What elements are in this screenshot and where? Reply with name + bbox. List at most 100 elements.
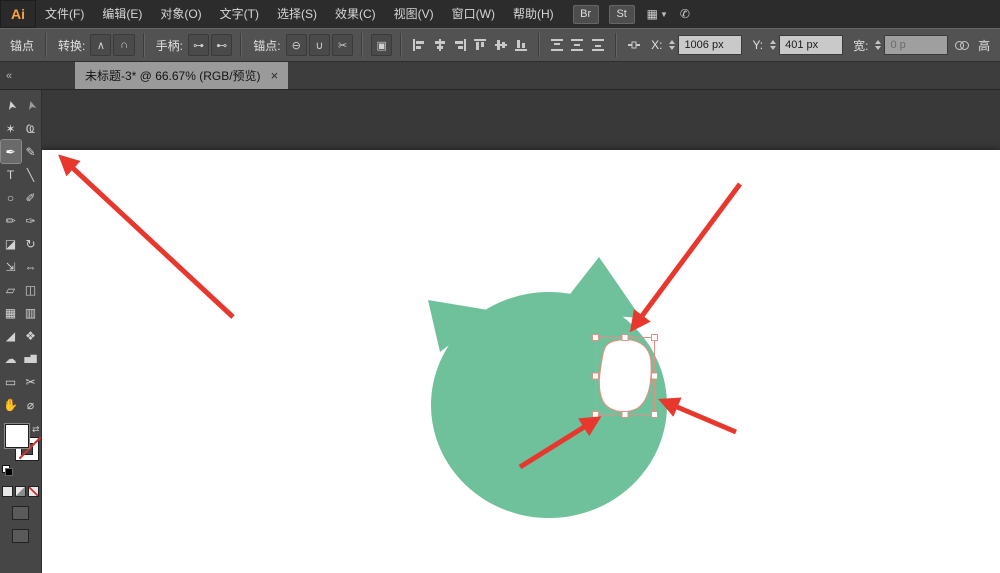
document-tab[interactable]: 未标题-3* @ 66.67% (RGB/预览) × — [75, 62, 289, 89]
stepper-icon[interactable] — [875, 40, 882, 50]
distribute-center-button[interactable] — [568, 36, 586, 54]
menu-type[interactable]: 文字(T) — [211, 0, 268, 28]
lasso-tool[interactable]: Ҩ — [21, 117, 41, 140]
reference-point-button[interactable] — [625, 36, 643, 54]
slice-tool[interactable]: ✂ — [21, 370, 41, 393]
menu-file[interactable]: 文件(F) — [36, 0, 93, 28]
y-input[interactable]: 401 px — [779, 35, 844, 55]
symbol-sprayer-tool[interactable]: ☁ — [1, 347, 21, 370]
convert-to-smooth-button[interactable]: ∩ — [113, 34, 135, 56]
color-button[interactable] — [2, 486, 13, 497]
menu-effect[interactable]: 效果(C) — [326, 0, 385, 28]
default-colors-icon[interactable] — [1, 465, 13, 476]
convert-to-corner-button[interactable]: ∧ — [90, 34, 112, 56]
type-tool[interactable]: T — [1, 163, 21, 186]
cut-path-button[interactable]: ✂ — [332, 34, 354, 56]
align-v-middle-button[interactable] — [491, 36, 509, 54]
separator — [400, 33, 403, 57]
eraser-tool[interactable]: ◪ — [1, 232, 21, 255]
fill-color-swatch[interactable] — [4, 424, 29, 448]
separator — [614, 33, 617, 57]
align-top-button[interactable] — [471, 36, 489, 54]
menu-select[interactable]: 选择(S) — [268, 0, 326, 28]
align-h-center-icon — [434, 39, 445, 51]
align-bottom-button[interactable] — [512, 36, 530, 54]
screen-mode-button[interactable] — [12, 529, 29, 543]
show-handles-button[interactable]: ⊶ — [187, 34, 210, 56]
canvas[interactable] — [42, 90, 1000, 573]
shape-builder-tool[interactable]: ◫ — [21, 278, 41, 301]
none-button[interactable] — [28, 486, 39, 497]
separator — [240, 33, 243, 57]
rotate-tool[interactable]: ↻ — [21, 232, 41, 255]
blend-tool[interactable]: ❖ — [21, 324, 41, 347]
menu-object[interactable]: 对象(O) — [151, 0, 210, 28]
curvature-tool[interactable]: ✎ — [21, 140, 41, 163]
artboard[interactable] — [42, 150, 1000, 573]
zoom-tool[interactable]: ⌀ — [21, 393, 41, 416]
menu-help[interactable]: 帮助(H) — [504, 0, 563, 28]
align-bottom-icon — [514, 40, 527, 51]
swap-colors-icon[interactable]: ⇄ — [32, 424, 40, 435]
pen-tool[interactable]: ✒ — [0, 139, 22, 164]
share-screen-icon: ✆ — [679, 7, 690, 21]
toolbar-collapse-button[interactable]: « — [0, 62, 42, 89]
direct-selection-tool[interactable]: ➤ — [17, 93, 44, 118]
distribute-center-icon — [571, 39, 584, 51]
align-left-icon — [413, 39, 425, 51]
connect-endpoints-button[interactable]: ∪ — [308, 34, 331, 56]
drawing-mode-button[interactable] — [12, 506, 29, 520]
hide-handles-button[interactable]: ⊷ — [211, 34, 233, 56]
menu-window[interactable]: 窗口(W) — [443, 0, 504, 28]
document-tab-title: 未标题-3* @ 66.67% (RGB/预览) — [85, 69, 261, 83]
bridge-icon[interactable]: Br — [572, 4, 599, 24]
align-h-center-button[interactable] — [431, 36, 449, 54]
distribute-bottom-button[interactable] — [589, 36, 607, 54]
close-icon[interactable]: × — [271, 68, 279, 83]
hand-tool[interactable]: ✋ — [1, 393, 21, 416]
width-tool[interactable]: ⇔ — [21, 255, 41, 278]
scale-tool[interactable]: ⇲ — [1, 255, 21, 278]
convert-label: 转换: — [57, 38, 86, 53]
arrange-documents-icon: ▦ — [646, 7, 658, 21]
magic-wand-tool[interactable]: ✶ — [1, 117, 21, 140]
y-label: Y: — [752, 38, 764, 52]
line-segment-tool[interactable]: ╲ — [21, 163, 41, 186]
remove-anchor-button[interactable]: ⊖ — [285, 34, 307, 56]
anchors-label: 锚点: — [253, 38, 281, 53]
gradient-tool[interactable]: ▥ — [21, 301, 41, 324]
separator — [361, 33, 364, 57]
paintbrush-tool[interactable]: ✐ — [21, 186, 41, 209]
pencil-tool[interactable]: ✏ — [1, 209, 21, 232]
column-graph-tool[interactable]: ▅▇ — [21, 347, 41, 370]
stepper-icon[interactable] — [669, 40, 676, 50]
arrange-documents-button[interactable]: ▦ ▼ — [647, 7, 668, 21]
blob-brush-tool[interactable]: ✑ — [21, 209, 41, 232]
isolate-selection-button[interactable]: ▣ — [371, 34, 393, 56]
stepper-icon[interactable] — [770, 40, 777, 50]
share-screen-button[interactable]: ✆ — [680, 7, 690, 21]
paint-mode-buttons — [2, 486, 39, 497]
ellipse-tool[interactable]: ○ — [1, 186, 21, 209]
width-label: 宽: — [853, 38, 869, 53]
eyedropper-tool[interactable]: ◢ — [1, 324, 21, 347]
constrain-proportions-icon[interactable] — [955, 38, 970, 52]
height-label: 高 — [978, 38, 991, 53]
free-transform-tool[interactable]: ▱ — [1, 278, 21, 301]
artboard-tool[interactable]: ▭ — [1, 370, 21, 393]
document-tab-bar: « 未标题-3* @ 66.67% (RGB/预览) × — [0, 62, 1000, 90]
menu-edit[interactable]: 编辑(E) — [93, 0, 151, 28]
mesh-tool[interactable]: ▦ — [1, 301, 21, 324]
distribute-top-button[interactable] — [548, 36, 566, 54]
menu-view[interactable]: 视图(V) — [385, 0, 443, 28]
stock-icon[interactable]: St — [608, 4, 635, 24]
gradient-button[interactable] — [15, 486, 26, 497]
chevron-down-icon: ▼ — [660, 9, 668, 19]
align-left-button[interactable] — [410, 36, 428, 54]
separator — [45, 33, 47, 57]
x-label: X: — [651, 38, 663, 52]
width-input[interactable]: 0 p — [884, 35, 949, 55]
app-logo: Ai — [0, 0, 36, 28]
x-input[interactable]: 1006 px — [678, 35, 743, 55]
align-right-button[interactable] — [451, 36, 469, 54]
